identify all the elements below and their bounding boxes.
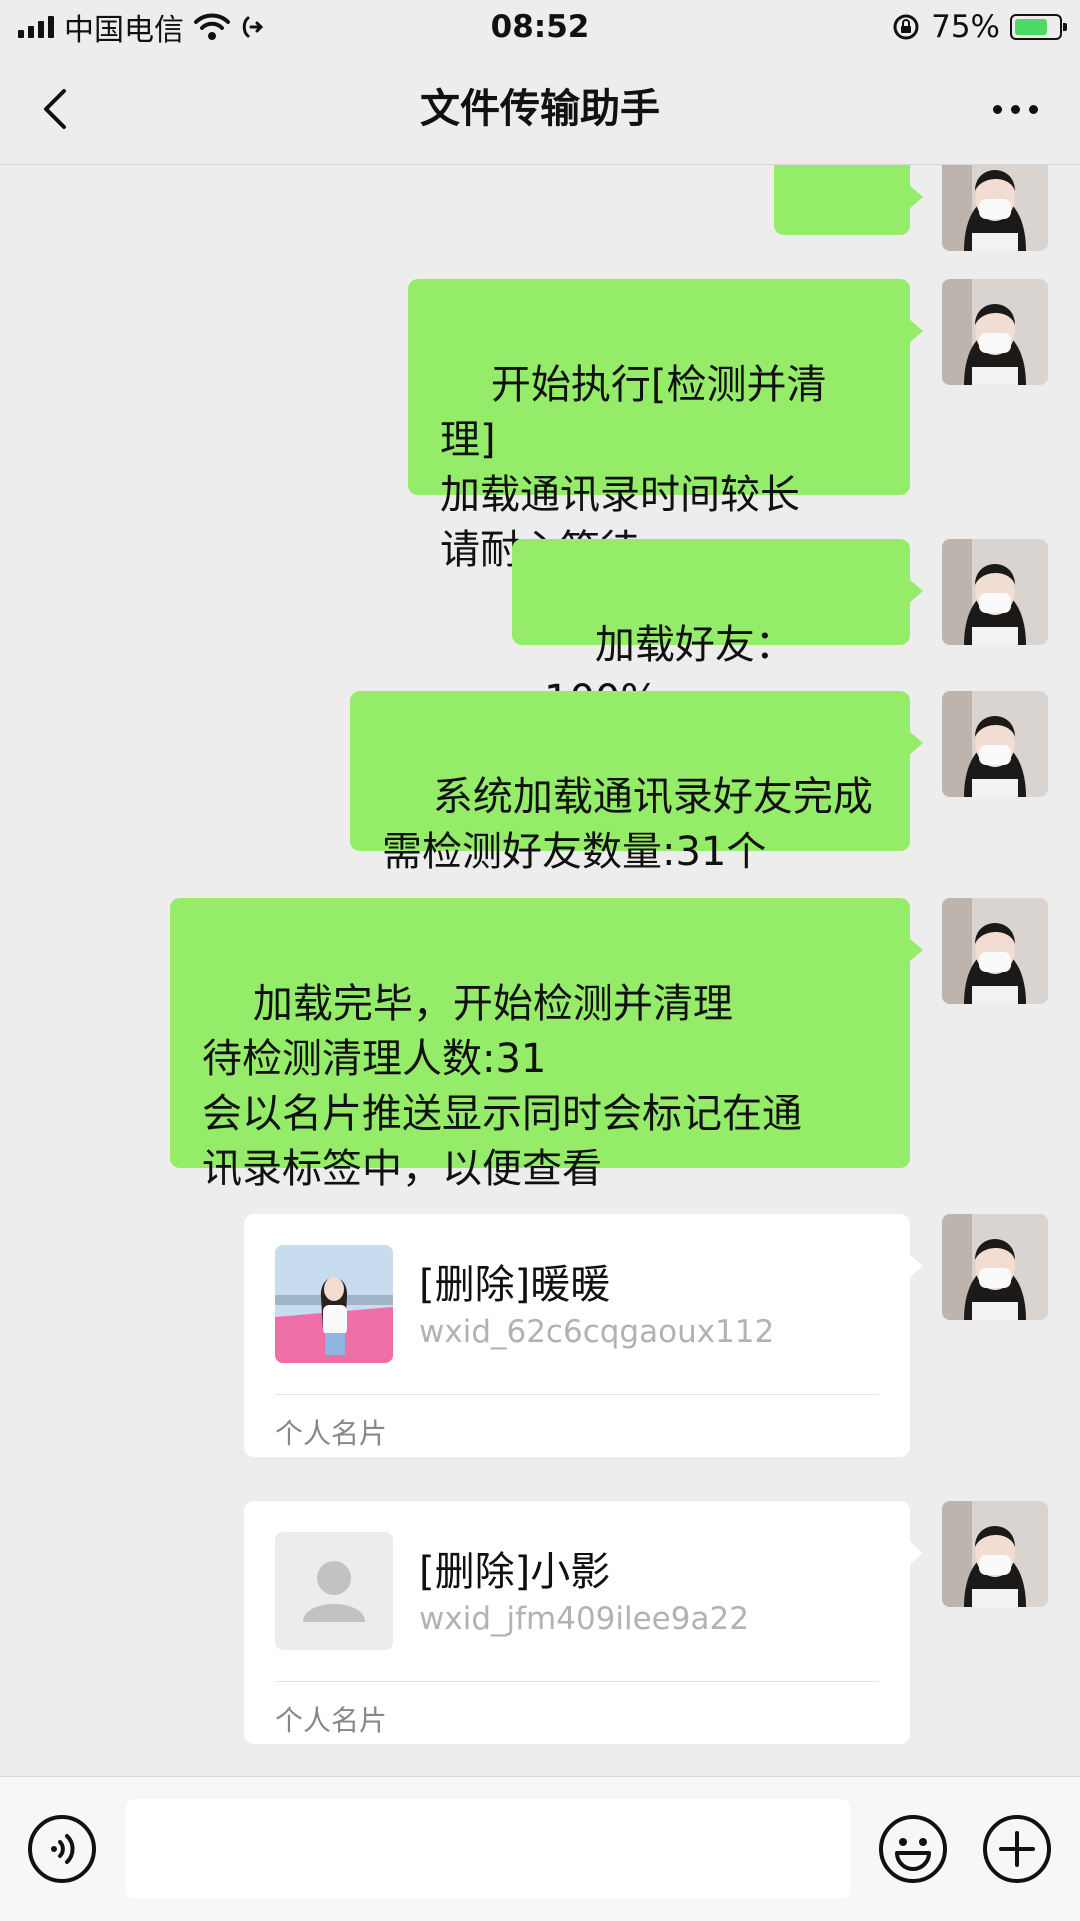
status-bar: 中国电信 08:52 75% bbox=[0, 0, 1080, 54]
more-dots-icon[interactable] bbox=[980, 79, 1050, 139]
message-input[interactable] bbox=[126, 1799, 850, 1899]
avatar[interactable] bbox=[942, 1501, 1048, 1607]
contact-card[interactable]: [删除]小影 wxid_jfm409ilee9a22 个人名片 bbox=[244, 1501, 923, 1744]
emoji-icon[interactable] bbox=[877, 1813, 949, 1885]
card-divider bbox=[275, 1681, 879, 1682]
avatar[interactable] bbox=[942, 898, 1048, 1004]
status-right: 75% bbox=[891, 6, 1067, 48]
page-title: 文件传输助手 bbox=[420, 86, 660, 132]
message-bubble[interactable]: 加载完毕，开始检测并清理 待检测清理人数:31 会以名片推送显示同时会标记在通 … bbox=[170, 898, 923, 1192]
voice-icon[interactable] bbox=[26, 1813, 98, 1885]
avatar[interactable] bbox=[942, 1214, 1048, 1320]
rotation-lock-icon bbox=[893, 14, 919, 40]
card-divider bbox=[275, 1394, 879, 1395]
contact-photo bbox=[275, 1245, 393, 1363]
message-text: 加载完毕，开始检测并清理 待检测清理人数:31 会以名片推送显示同时会标记在通 … bbox=[202, 981, 802, 1192]
message-bubble[interactable]: 系统加载通讯录好友完成 需检测好友数量:31个 bbox=[350, 691, 923, 875]
contact-name: [删除]暖暖 bbox=[419, 1262, 611, 1308]
chat-area[interactable]: 102 开始执行[检测并清理] 加载通讯录时间较长 请耐心等待... 加载好友：… bbox=[0, 165, 1080, 1775]
battery-fill bbox=[1015, 19, 1047, 35]
battery-percent: 75% bbox=[931, 9, 1000, 45]
avatar[interactable] bbox=[942, 691, 1048, 797]
message-bubble[interactable]: 加载好友：100% bbox=[512, 539, 923, 723]
card-type-label: 个人名片 bbox=[275, 1704, 388, 1737]
contact-id: wxid_62c6cqgaoux112 bbox=[419, 1314, 775, 1350]
input-bar bbox=[0, 1776, 1080, 1921]
card-type-label: 个人名片 bbox=[275, 1417, 388, 1450]
contact-name: [删除]小影 bbox=[419, 1549, 611, 1595]
message-bubble[interactable]: 102 bbox=[774, 165, 923, 319]
contact-id: wxid_jfm409ilee9a22 bbox=[419, 1601, 749, 1637]
default-avatar-icon bbox=[275, 1532, 393, 1650]
message-text: 系统加载通讯录好友完成 需检测好友数量:31个 bbox=[382, 774, 873, 875]
avatar[interactable] bbox=[942, 539, 1048, 645]
battery-icon bbox=[1010, 14, 1067, 40]
contact-card[interactable]: [删除]暖暖 wxid_62c6cqgaoux112 个人名片 bbox=[244, 1214, 923, 1457]
message-bubble[interactable]: 开始执行[检测并清理] 加载通讯录时间较长 请耐心等待... bbox=[408, 279, 923, 573]
avatar[interactable] bbox=[942, 279, 1048, 385]
plus-icon[interactable] bbox=[981, 1813, 1053, 1885]
avatar[interactable] bbox=[942, 165, 1048, 251]
nav-bar: 文件传输助手 bbox=[0, 54, 1080, 165]
